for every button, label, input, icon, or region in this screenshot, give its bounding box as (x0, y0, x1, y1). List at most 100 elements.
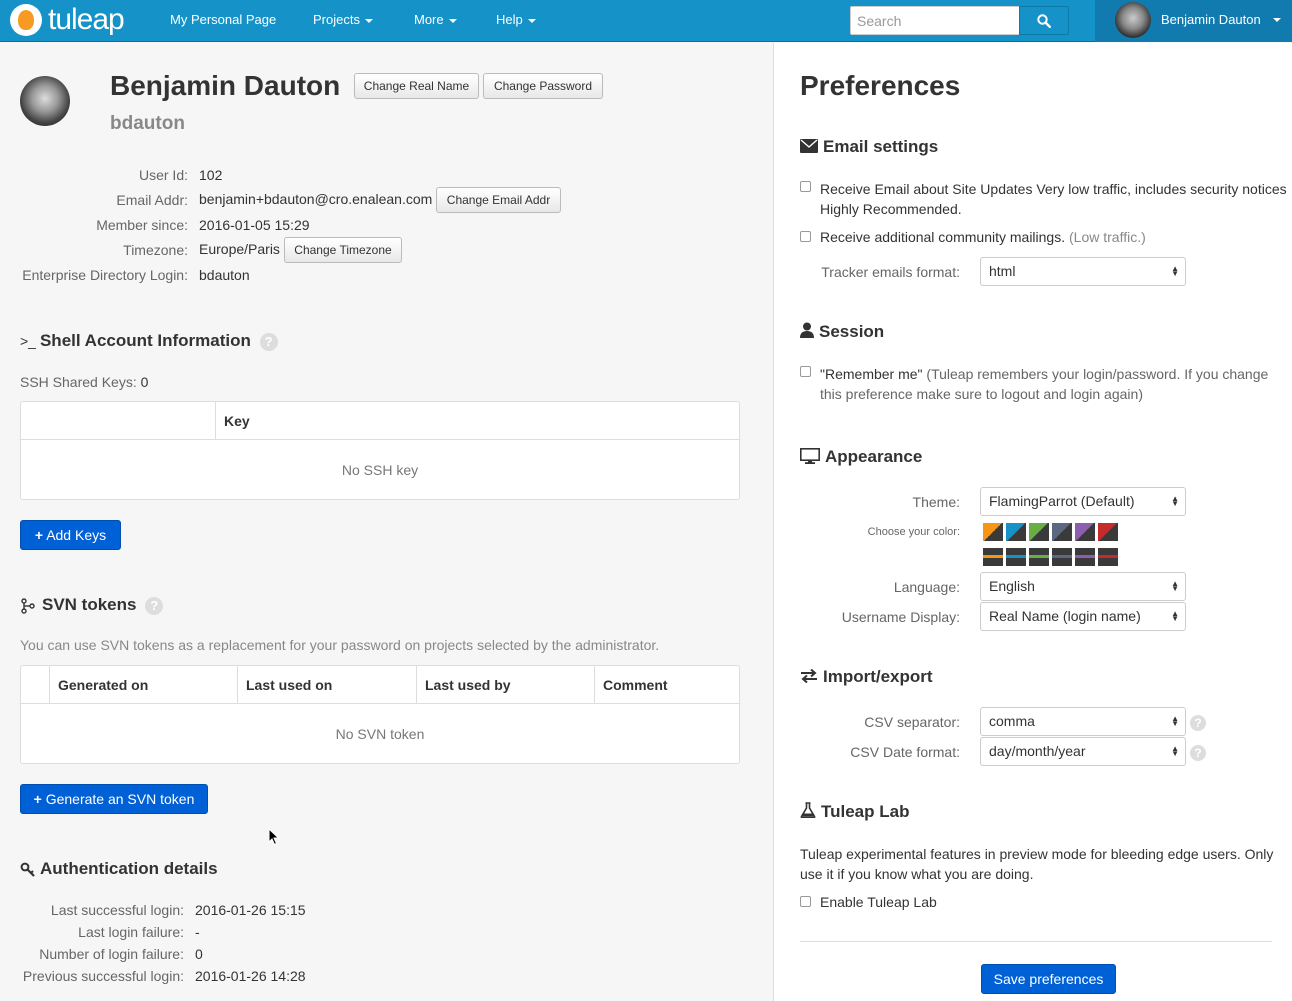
login-failure-count-value: 0 (195, 946, 203, 962)
csv-date-format-select[interactable]: day/month/year ▲ ▼ (980, 737, 1186, 766)
comment-header: Comment (603, 677, 668, 693)
help-icon[interactable]: ? (1190, 715, 1206, 731)
last-success-login-value: 2016-01-26 15:15 (195, 902, 306, 918)
session-title-text: Session (819, 322, 885, 341)
nav-label: More (414, 12, 444, 27)
language-value: English (989, 578, 1035, 594)
remember-me-checkbox[interactable] (800, 366, 811, 377)
change-timezone-button[interactable]: Change Timezone (284, 237, 402, 263)
tuleap-logo-icon (10, 4, 42, 36)
tracker-format-select[interactable]: html ▲ ▼ (980, 257, 1186, 286)
remember-me-strong: "Remember me" (820, 366, 923, 382)
color-swatch[interactable] (1052, 548, 1072, 566)
chevron-down-icon (364, 18, 373, 23)
generate-svn-token-label: Generate an SVN token (45, 791, 195, 807)
color-swatch[interactable] (983, 548, 1003, 566)
color-swatch[interactable] (1052, 523, 1072, 541)
previous-login-value: 2016-01-26 14:28 (195, 968, 306, 984)
generate-svn-token-button[interactable]: + Generate an SVN token (20, 784, 208, 814)
color-swatch[interactable] (1029, 523, 1049, 541)
color-swatch[interactable] (1098, 523, 1118, 541)
csv-separator-select[interactable]: comma ▲ ▼ (980, 707, 1186, 736)
envelope-icon (800, 139, 818, 153)
save-preferences-button[interactable]: Save preferences (981, 964, 1116, 994)
profile-real-name: Benjamin Dauton (110, 70, 341, 101)
chevron-down-icon (448, 18, 457, 23)
csv-date-format-label: CSV Date format: (850, 744, 960, 760)
help-icon[interactable]: ? (1190, 745, 1206, 761)
search-button[interactable] (1019, 6, 1069, 35)
user-menu[interactable]: Benjamin Dauton (1095, 0, 1292, 42)
site-updates-checkbox[interactable] (800, 181, 811, 192)
tuleap-logo[interactable]: tuleap (10, 3, 125, 36)
svn-empty-message: No SVN token (335, 726, 425, 742)
select-arrows-icon: ▲ ▼ (1171, 579, 1179, 593)
last-success-login-label: Last successful login: (50, 902, 184, 918)
nav-more[interactable]: More (414, 0, 457, 42)
user-icon (800, 322, 814, 338)
enable-tuleap-lab-checkbox[interactable] (800, 896, 811, 907)
ssh-keys-count: SSH Shared Keys: 0 (20, 374, 148, 390)
help-icon[interactable]: ? (145, 596, 164, 615)
import-export-title: Import/export (800, 667, 933, 687)
color-swatch[interactable] (1006, 523, 1026, 541)
color-swatch[interactable] (1098, 548, 1118, 566)
ldap-login-value: bdauton (199, 267, 250, 283)
svn-description: You can use SVN tokens as a replacement … (20, 637, 660, 653)
color-swatch[interactable] (1075, 548, 1095, 566)
change-email-button[interactable]: Change Email Addr (436, 187, 561, 213)
key-icon (20, 862, 35, 877)
session-title: Session (800, 322, 884, 342)
color-swatch[interactable] (983, 523, 1003, 541)
username-display-select[interactable]: Real Name (login name) ▲ ▼ (980, 602, 1186, 631)
auth-section-title: Authentication details (20, 859, 218, 879)
nav-help[interactable]: Help (496, 0, 536, 42)
user-id-value: 102 (199, 167, 223, 183)
appearance-title-text: Appearance (825, 447, 923, 466)
generated-on-header: Generated on (58, 677, 149, 693)
preferences-panel: Preferences Email settings Receive Email… (773, 43, 1292, 1001)
email-label: Email Addr: (116, 192, 188, 208)
last-used-by-header: Last used by (425, 677, 511, 693)
tuleap-lab-title-text: Tuleap Lab (821, 802, 910, 821)
column-divider (237, 666, 238, 703)
account-panel: Benjamin Dauton Change Real Name Change … (0, 43, 773, 1001)
tracker-format-value: html (989, 263, 1016, 279)
terminal-icon: >_ (20, 333, 36, 349)
language-select[interactable]: English ▲ ▼ (980, 572, 1186, 601)
row-divider (21, 703, 739, 704)
theme-select[interactable]: FlamingParrot (Default) ▲ ▼ (980, 487, 1186, 516)
search-icon (1037, 13, 1051, 28)
remember-me-text: (Tuleap remembers your login/password. I… (926, 366, 1269, 382)
logo-text: tuleap (48, 3, 125, 36)
ssh-keys-value: 0 (140, 374, 149, 390)
appearance-title: Appearance (800, 447, 922, 467)
auth-title-text: Authentication details (40, 859, 218, 878)
site-updates-text: Receive Email about Site Updates Very lo… (820, 181, 1287, 197)
chevron-down-icon (527, 18, 536, 23)
member-since-label: Member since: (96, 217, 188, 233)
divider (800, 941, 1272, 942)
profile-login: bdauton (110, 113, 185, 134)
tuleap-lab-description: Tuleap experimental features in preview … (800, 844, 1292, 884)
nav-my-personal-page[interactable]: My Personal Page (170, 0, 276, 42)
color-swatch[interactable] (1029, 548, 1049, 566)
select-arrows-icon: ▲ ▼ (1171, 609, 1179, 623)
nav-projects[interactable]: Projects (313, 0, 373, 42)
nav-label: Help (496, 12, 523, 27)
preferences-title: Preferences (800, 70, 961, 101)
select-arrows-icon: ▲ ▼ (1171, 264, 1179, 278)
csv-date-format-value: day/month/year (989, 743, 1086, 759)
tuleap-lab-desc-1: Tuleap experimental features in preview … (800, 846, 1274, 862)
login-failure-count-label: Number of login failure: (39, 946, 184, 962)
help-icon[interactable]: ? (259, 332, 278, 351)
color-swatch[interactable] (1006, 548, 1026, 566)
change-real-name-button[interactable]: Change Real Name (354, 73, 479, 99)
search-input[interactable] (850, 6, 1020, 35)
chevron-down-icon (1273, 18, 1281, 22)
change-password-button[interactable]: Change Password (483, 73, 603, 99)
color-swatch[interactable] (1075, 523, 1095, 541)
community-mailings-label: Receive additional community mailings. (… (820, 229, 1146, 245)
community-mailings-checkbox[interactable] (800, 231, 811, 242)
add-keys-button[interactable]: + Add Keys (20, 520, 121, 550)
